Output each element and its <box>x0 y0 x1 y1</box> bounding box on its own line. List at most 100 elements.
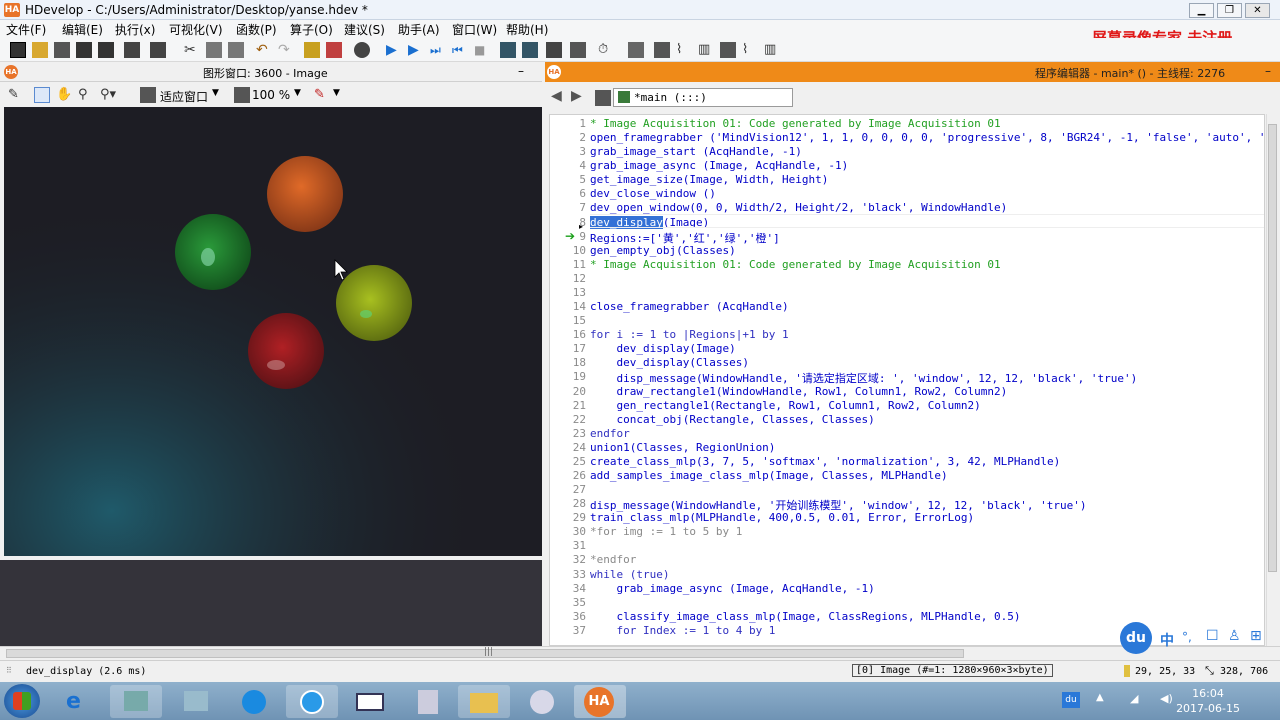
line-number[interactable]: 29 <box>550 511 586 524</box>
minimize-button[interactable]: ▁ <box>1189 3 1214 18</box>
menu-execute[interactable]: 执行(x) <box>115 21 155 38</box>
ocr-icon[interactable]: ▥ <box>764 42 780 58</box>
code-line[interactable]: open_framegrabber ('MindVision12', 1, 1,… <box>590 131 1264 144</box>
line-number[interactable]: 18 <box>550 356 586 369</box>
menu-visualize[interactable]: 可视化(V) <box>169 21 223 38</box>
line-number[interactable]: 26 <box>550 469 586 482</box>
line-number[interactable]: 23 <box>550 427 586 440</box>
feature-histogram-icon[interactable]: ▥ <box>698 42 714 58</box>
procedure-list-icon[interactable] <box>595 90 611 106</box>
cut-icon[interactable]: ✂ <box>184 42 200 58</box>
code-line[interactable]: grab_image_async (Image, AcqHandle, -1) <box>590 582 874 595</box>
paste-icon[interactable] <box>228 42 244 58</box>
vertical-scroll-thumb[interactable] <box>1268 124 1277 572</box>
tray-network-icon[interactable]: ◢ <box>1130 692 1138 705</box>
code-line[interactable]: grab_image_async (Image, AcqHandle, -1) <box>590 159 848 172</box>
line-number[interactable]: 22 <box>550 413 586 426</box>
code-line[interactable]: add_samples_image_class_mlp(Image, Class… <box>590 469 948 482</box>
line-profile-icon[interactable]: ⌇ <box>742 42 758 58</box>
line-number[interactable]: 12 <box>550 272 586 285</box>
procedure-selector[interactable]: *main (:::) <box>613 88 793 107</box>
menu-help[interactable]: 帮助(H) <box>506 21 548 38</box>
step-into-icon[interactable] <box>500 42 516 58</box>
image-acquisition-icon[interactable] <box>628 42 644 58</box>
code-line[interactable]: dev_open_window(0, 0, Width/2, Height/2,… <box>590 201 1007 214</box>
code-line[interactable]: close_framegrabber (AcqHandle) <box>590 300 789 313</box>
line-number[interactable]: 7 <box>550 201 586 214</box>
line-number[interactable]: 24 <box>550 441 586 454</box>
horizontal-scrollbar[interactable]: ||| <box>0 646 1280 660</box>
start-button[interactable] <box>4 684 40 718</box>
step-out-icon[interactable] <box>522 42 538 58</box>
breakpoint-icon[interactable] <box>570 42 586 58</box>
run-icon[interactable]: ▶ <box>386 42 402 58</box>
menu-file[interactable]: 文件(F) <box>6 21 46 38</box>
code-line[interactable]: gen_empty_obj(Classes) <box>590 244 736 257</box>
close-button[interactable]: ✕ <box>1245 3 1270 18</box>
line-number[interactable]: 37 <box>550 624 586 637</box>
zoom-level-icon[interactable] <box>234 87 250 103</box>
line-number[interactable]: 11 <box>550 258 586 271</box>
maximize-button[interactable]: ❐ <box>1217 3 1242 18</box>
code-line[interactable]: get_image_size(Image, Width, Height) <box>590 173 828 186</box>
taskbar-app-3[interactable] <box>170 685 222 718</box>
properties-icon[interactable] <box>124 42 140 58</box>
graphics-window-minimize[interactable]: – <box>518 64 524 78</box>
fit-window-label[interactable]: 适应窗口 <box>160 88 208 105</box>
code-line[interactable]: while (true) <box>590 568 669 581</box>
feature-inspection-icon[interactable] <box>720 42 736 58</box>
save-as-icon[interactable] <box>98 42 114 58</box>
profiler-icon[interactable]: ⏱ <box>598 42 614 58</box>
code-editor[interactable]: 1 2 3 4 5 6 7 8 9 10 11 12 13 14 15 16 17 18 19 20 21 22 23 24 2… <box>549 114 1265 646</box>
open-file-icon[interactable] <box>32 42 48 58</box>
line-number[interactable]: 34 <box>550 582 586 595</box>
baidu-ime-icon[interactable]: du <box>1120 622 1152 654</box>
taskbar-paint[interactable] <box>516 685 568 718</box>
line-number[interactable]: 25 <box>550 455 586 468</box>
line-number[interactable]: 30 <box>550 525 586 538</box>
code-line[interactable]: gen_rectangle1(Rectangle, Row1, Column1,… <box>590 399 980 412</box>
reset-program-icon[interactable] <box>546 42 562 58</box>
code-line[interactable]: draw_rectangle1(WindowHandle, Row1, Colu… <box>590 385 1007 398</box>
zoom-window-icon[interactable] <box>654 42 670 58</box>
code-line[interactable]: for i := 1 to |Regions|+1 by 1 <box>590 328 789 341</box>
code-line[interactable]: create_class_mlp(3, 7, 5, 'softmax', 'no… <box>590 455 1060 468</box>
menu-functions[interactable]: 函数(P) <box>236 21 277 38</box>
line-number[interactable]: 32 <box>550 553 586 566</box>
code-line[interactable]: grab_image_start (AcqHandle, -1) <box>590 145 802 158</box>
code-line[interactable]: *for img := 1 to 5 by 1 <box>590 525 742 538</box>
pointer-icon[interactable] <box>34 87 50 103</box>
tray-clock[interactable]: 16:04 2017-06-15 <box>1176 686 1240 716</box>
forward-arrow-icon[interactable]: ▶ <box>571 88 582 104</box>
line-number[interactable]: 36 <box>550 610 586 623</box>
run-to-icon[interactable]: ▶ <box>408 42 424 58</box>
fit-window-dropdown-icon[interactable]: ▼ <box>212 88 219 98</box>
line-number[interactable]: 27 <box>550 483 586 496</box>
zoom-options-icon[interactable]: ⚲▾ <box>100 87 116 103</box>
code-line[interactable]: train_class_mlp(MLPHandle, 400,0.5, 0.01… <box>590 511 974 524</box>
code-line[interactable]: * Image Acquisition 01: Code generated b… <box>590 117 1001 130</box>
line-number[interactable]: 13 <box>550 286 586 299</box>
line-number[interactable]: 6 <box>550 187 586 200</box>
save-icon[interactable] <box>76 42 92 58</box>
taskbar-explorer[interactable] <box>458 685 510 718</box>
copy-icon[interactable] <box>206 42 222 58</box>
settings-icon[interactable] <box>150 42 166 58</box>
code-line[interactable]: dev_close_window () <box>590 187 716 200</box>
tray-ime-icon[interactable]: du <box>1062 692 1080 708</box>
line-number[interactable]: 10 <box>550 244 586 257</box>
line-number[interactable]: 17 <box>550 342 586 355</box>
code-line[interactable]: for Index := 1 to 4 by 1 <box>590 624 775 637</box>
line-number[interactable]: 33 <box>550 568 586 581</box>
taskbar-app-2[interactable] <box>110 685 162 718</box>
fit-window-icon[interactable] <box>140 87 156 103</box>
taskbar-app-4[interactable] <box>228 685 280 718</box>
line-number[interactable]: 14 <box>550 300 586 313</box>
taskbar-app-5[interactable] <box>286 685 338 718</box>
tray-volume-icon[interactable]: ◀) <box>1160 692 1173 705</box>
color-dropdown-icon[interactable]: ▼ <box>333 88 340 98</box>
line-number[interactable]: 16 <box>550 328 586 341</box>
pan-hand-icon[interactable]: ✋ <box>56 87 72 103</box>
line-number[interactable]: 31 <box>550 539 586 552</box>
menu-edit[interactable]: 编辑(E) <box>62 21 103 38</box>
